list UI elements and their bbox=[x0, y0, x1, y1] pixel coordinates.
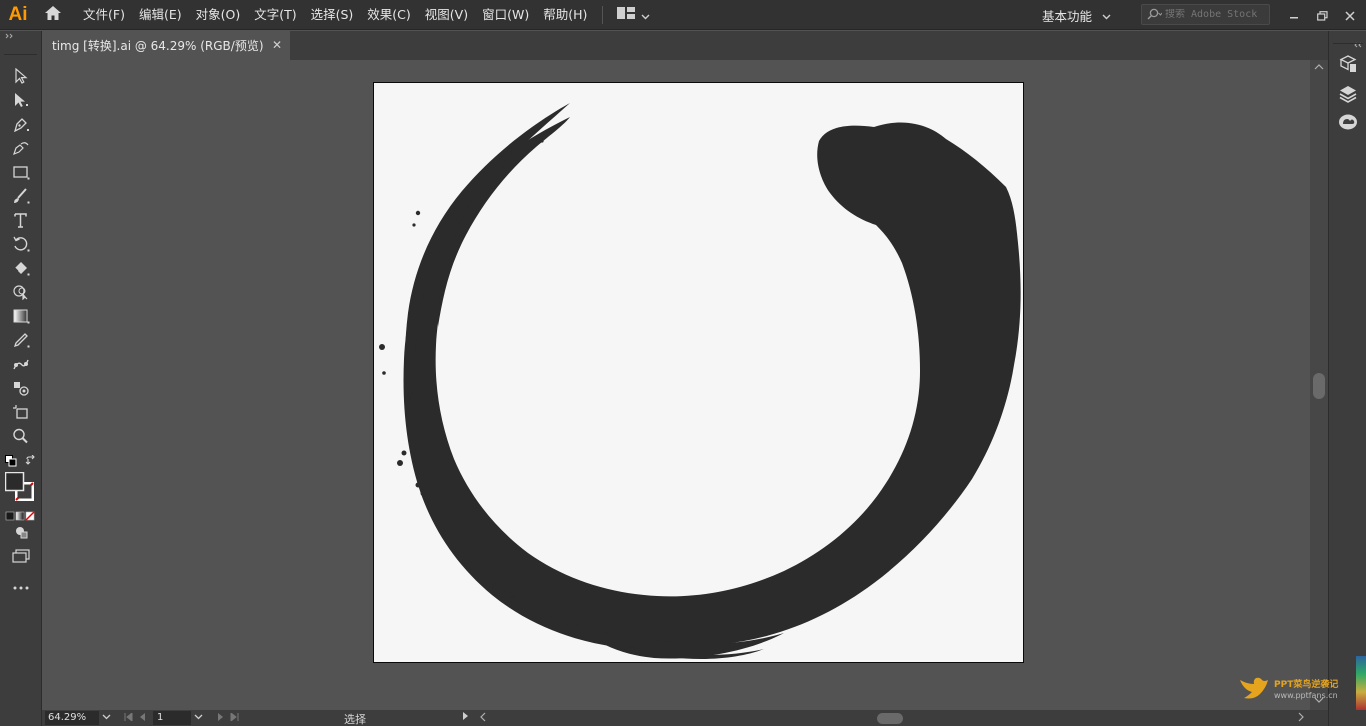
panel-expand-icon[interactable] bbox=[1352, 33, 1362, 48]
color-mode-buttons[interactable] bbox=[5, 506, 35, 521]
current-tool-label: 选择 bbox=[344, 713, 366, 726]
chevron-down-icon[interactable] bbox=[99, 713, 113, 723]
menu-items: 文件(F) 编辑(E) 对象(O) 文字(T) 选择(S) 效果(C) 视图(V… bbox=[76, 0, 594, 30]
swap-colors-icon[interactable] bbox=[25, 452, 37, 471]
home-button[interactable] bbox=[36, 0, 70, 30]
document-tab-title: timg [转换].ai @ 64.29% (RGB/预览) bbox=[52, 39, 264, 53]
menu-edit[interactable]: 编辑(E) bbox=[132, 0, 189, 30]
creative-cloud-icon[interactable] bbox=[1337, 111, 1359, 133]
window-controls bbox=[1280, 0, 1364, 30]
rotate-tool-icon[interactable] bbox=[8, 233, 34, 255]
chevron-down-icon bbox=[641, 5, 650, 24]
symbol-sprayer-tool-icon[interactable] bbox=[8, 377, 34, 399]
home-icon bbox=[44, 5, 62, 25]
search-icon bbox=[1146, 5, 1163, 24]
stock-search-field[interactable] bbox=[1141, 4, 1270, 25]
horizontal-scroll-thumb[interactable] bbox=[877, 713, 903, 724]
shape-builder-tool-icon[interactable] bbox=[8, 281, 34, 303]
more-tools-icon[interactable] bbox=[8, 577, 34, 599]
restore-button[interactable] bbox=[1308, 0, 1336, 30]
grid-layout-icon bbox=[617, 5, 636, 24]
taskbar-edge-strip bbox=[1356, 656, 1366, 710]
panel-header bbox=[1333, 43, 1363, 44]
watermark: PPT菜鸟逆袭记 www.pptfans.cn bbox=[1238, 674, 1338, 706]
libraries-icon[interactable] bbox=[1337, 53, 1359, 75]
scroll-up-icon[interactable] bbox=[1314, 63, 1324, 73]
eyedropper-tool-icon[interactable] bbox=[8, 329, 34, 351]
workspace-label: 基本功能 bbox=[1042, 8, 1093, 24]
fill-stroke-swatches[interactable] bbox=[4, 471, 37, 502]
workspace-switcher[interactable]: 基本功能 bbox=[1042, 0, 1111, 30]
curvature-tool-icon[interactable] bbox=[8, 137, 34, 159]
bird-logo-icon bbox=[1238, 674, 1270, 706]
document-canvas[interactable] bbox=[42, 60, 1310, 710]
minimize-icon bbox=[1289, 6, 1299, 25]
previous-artboard-icon[interactable] bbox=[135, 712, 149, 724]
menu-window[interactable]: 窗口(W) bbox=[475, 0, 536, 30]
vertical-scrollbar[interactable] bbox=[1310, 60, 1328, 710]
scroll-right-icon[interactable] bbox=[1298, 712, 1304, 725]
vertical-scroll-thumb[interactable] bbox=[1313, 373, 1325, 399]
artboard[interactable] bbox=[373, 82, 1024, 663]
stock-search-input[interactable] bbox=[1165, 9, 1265, 20]
artboard-tool-icon[interactable] bbox=[8, 401, 34, 423]
draw-mode-icon[interactable] bbox=[8, 521, 34, 543]
blend-tool-icon[interactable] bbox=[8, 353, 34, 375]
next-artboard-icon[interactable] bbox=[213, 712, 227, 724]
arrange-documents-button[interactable] bbox=[617, 0, 650, 30]
minimize-button[interactable] bbox=[1280, 0, 1308, 30]
default-colors-icon[interactable] bbox=[5, 452, 17, 471]
menu-select[interactable]: 选择(S) bbox=[304, 0, 361, 30]
layers-icon[interactable] bbox=[1337, 83, 1359, 105]
screen-mode-icon[interactable] bbox=[8, 545, 34, 567]
restore-icon bbox=[1316, 6, 1328, 25]
color-swap-controls bbox=[5, 452, 37, 467]
menu-divider bbox=[602, 5, 604, 24]
rectangle-tool-icon[interactable] bbox=[8, 161, 34, 183]
enso-brush-circle-artwork[interactable] bbox=[374, 83, 1025, 664]
horizontal-scrollbar[interactable] bbox=[480, 712, 1310, 725]
selection-tool-icon[interactable] bbox=[8, 65, 34, 87]
zoom-level-field[interactable]: 64.29% bbox=[45, 711, 99, 725]
app-logo: Ai bbox=[8, 3, 28, 25]
watermark-text-block: PPT菜鸟逆袭记 www.pptfans.cn bbox=[1274, 680, 1338, 700]
tools-panel bbox=[0, 31, 42, 726]
panel-collapse-icon[interactable] bbox=[0, 31, 41, 41]
watermark-url: www.pptfans.cn bbox=[1274, 691, 1338, 700]
menu-type[interactable]: 文字(T) bbox=[247, 0, 303, 30]
document-tab-bar: timg [转换].ai @ 64.29% (RGB/预览) ✕ bbox=[42, 31, 1328, 60]
gradient-tool-icon[interactable] bbox=[8, 305, 34, 327]
menu-view[interactable]: 视图(V) bbox=[418, 0, 475, 30]
direct-selection-tool-icon[interactable] bbox=[8, 89, 34, 111]
menu-file[interactable]: 文件(F) bbox=[76, 0, 132, 30]
status-bar: 64.29% 1 选择 bbox=[42, 710, 1328, 726]
chevron-down-icon[interactable] bbox=[191, 713, 205, 723]
panel-header bbox=[4, 41, 37, 55]
watermark-title: PPT菜鸟逆袭记 bbox=[1274, 680, 1339, 690]
paintbrush-tool-icon[interactable] bbox=[8, 185, 34, 207]
close-button[interactable] bbox=[1336, 0, 1364, 30]
type-tool-icon[interactable] bbox=[8, 209, 34, 231]
chevron-down-icon bbox=[1102, 8, 1111, 23]
scroll-left-icon[interactable] bbox=[480, 712, 486, 725]
menu-bar: Ai 文件(F) 编辑(E) 对象(O) 文字(T) 选择(S) 效果(C) 视… bbox=[0, 0, 1366, 30]
eraser-tool-icon[interactable] bbox=[8, 257, 34, 279]
close-icon bbox=[1345, 6, 1355, 25]
pen-tool-icon[interactable] bbox=[8, 113, 34, 135]
close-tab-icon[interactable]: ✕ bbox=[272, 38, 282, 52]
artboard-number-field[interactable]: 1 bbox=[153, 711, 191, 725]
right-panel-dock bbox=[1328, 31, 1366, 726]
document-tab[interactable]: timg [转换].ai @ 64.29% (RGB/预览) ✕ bbox=[42, 31, 290, 60]
status-menu-arrow-icon[interactable] bbox=[462, 711, 469, 724]
menu-help[interactable]: 帮助(H) bbox=[536, 0, 594, 30]
illustrator-window: Ai 文件(F) 编辑(E) 对象(O) 文字(T) 选择(S) 效果(C) 视… bbox=[0, 0, 1366, 726]
last-artboard-icon[interactable] bbox=[227, 711, 241, 724]
menu-object[interactable]: 对象(O) bbox=[189, 0, 248, 30]
first-artboard-icon[interactable] bbox=[121, 711, 135, 724]
zoom-tool-icon[interactable] bbox=[8, 425, 34, 447]
menu-effect[interactable]: 效果(C) bbox=[360, 0, 417, 30]
